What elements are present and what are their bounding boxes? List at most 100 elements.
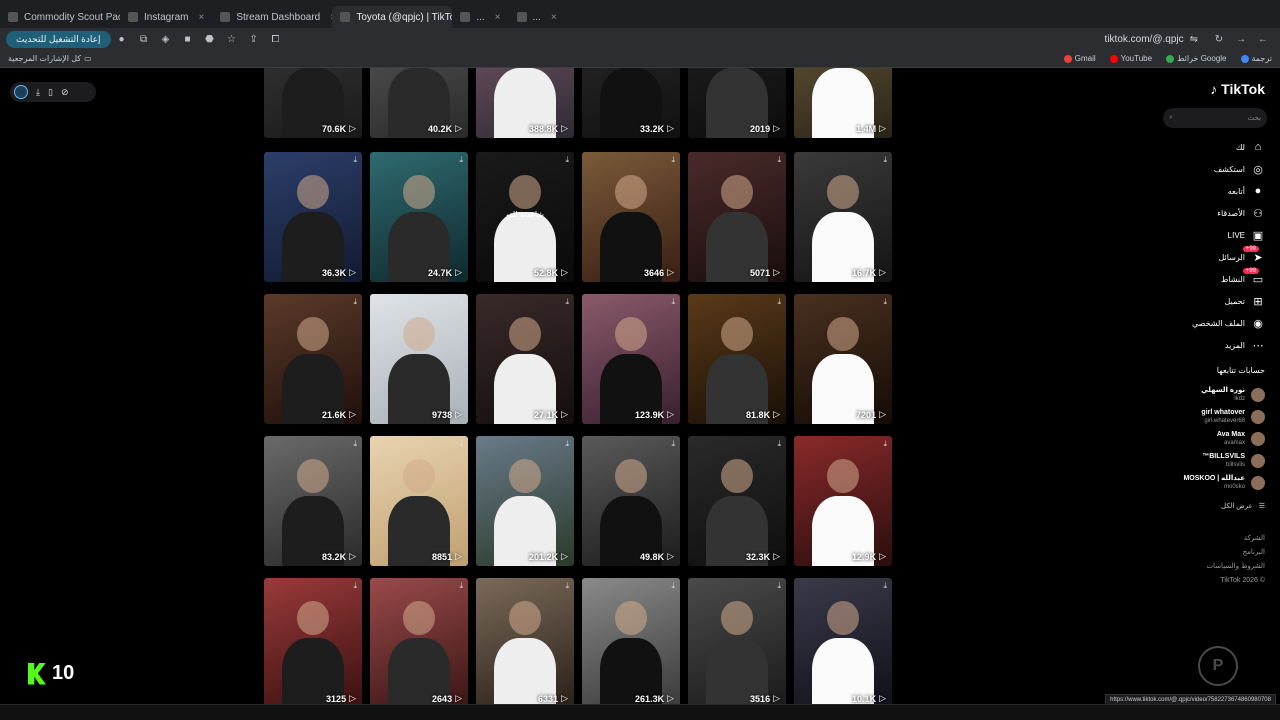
video-tile[interactable]: ⤓70.6K▷	[264, 68, 362, 138]
video-tile[interactable]: ⤓ 7201 ▷	[794, 294, 892, 424]
download-icon[interactable]: ⤓	[777, 581, 781, 591]
browser-tab[interactable]: ... ×	[509, 6, 565, 28]
all-bookmarks-button[interactable]: كل الإشارات المرجعية ▭	[8, 54, 92, 63]
following-account[interactable]: girl whatover girl.whatever68	[1155, 406, 1265, 428]
share-icon[interactable]: ⇪	[247, 32, 261, 46]
browser-tab[interactable]: ... ×	[452, 6, 508, 28]
video-tile[interactable]: ⤓ 8851 ▷	[370, 436, 468, 566]
video-tile[interactable]: ⤓ 81.8K ▷	[688, 294, 786, 424]
video-tile[interactable]: ⤓ 6331 ▷	[476, 578, 574, 704]
profile-icon[interactable]: ●	[115, 32, 129, 46]
following-account[interactable]: نوره السهلي lkdz	[1155, 384, 1265, 406]
download-icon[interactable]: ⤓	[459, 581, 463, 591]
download-icon[interactable]: ⤓	[353, 297, 357, 307]
video-tile[interactable]: ⤓ 201.2K ▷	[476, 436, 574, 566]
search-input[interactable]: ⌕ بحث	[1163, 108, 1267, 128]
phone-icon[interactable]: ▯	[48, 87, 53, 98]
forward-icon[interactable]: →	[1234, 32, 1248, 46]
nav-item[interactable]: ▭ النشاط 99+	[1155, 268, 1265, 290]
video-tile[interactable]: ⤓388.8K▷	[476, 68, 574, 138]
nav-item[interactable]: ◎ استكشف	[1155, 158, 1265, 180]
bookmark-item[interactable]: خرائط Google	[1166, 54, 1227, 63]
video-tile[interactable]: ⤓ 83.2K ▷	[264, 436, 362, 566]
extension-logo-icon[interactable]	[14, 85, 28, 99]
bookmark-item[interactable]: ترجمة	[1240, 54, 1272, 63]
nav-item[interactable]: ⚇ الأصدقاء	[1155, 202, 1265, 224]
video-tile[interactable]: ⤓ 9738 ▷	[370, 294, 468, 424]
address-bar[interactable]: tiktok.com/@.qpjc ⇋	[287, 34, 1208, 45]
video-tile[interactable]: ⤓ 3646 ▷	[582, 152, 680, 282]
following-account[interactable]: عبدالله | MOSKOO mo0sko	[1155, 472, 1265, 494]
video-tile[interactable]: ⤓1.4M▷	[794, 68, 892, 138]
footer-link[interactable]: البرنامج	[1206, 546, 1265, 560]
video-tile[interactable]: ⤓ 49.8K ▷	[582, 436, 680, 566]
download-icon[interactable]: ⤓	[883, 581, 887, 591]
footer-link[interactable]: © 2026 TikTok	[1206, 574, 1265, 588]
video-tile[interactable]: ⤓ 3125 ▷	[264, 578, 362, 704]
download-icon[interactable]: ⤓	[883, 439, 887, 449]
video-tile[interactable]: ⤓ 12.9K ▷	[794, 436, 892, 566]
video-tile[interactable]: ⤓2019▷	[688, 68, 786, 138]
adblock-icon[interactable]: ⬣	[203, 32, 217, 46]
record-icon[interactable]: ■	[181, 32, 195, 46]
nav-item[interactable]: ➤ الرسائل 99+	[1155, 246, 1265, 268]
nav-item[interactable]: ⋯ المزيد	[1155, 334, 1265, 356]
nav-item[interactable]: ▣ LIVE	[1155, 224, 1265, 246]
download-icon[interactable]: ⤓	[459, 155, 463, 165]
video-tile[interactable]: ⤓ 16.7K ▷	[794, 152, 892, 282]
browser-tab[interactable]: Stream Dashboard×	[212, 6, 332, 28]
nav-item[interactable]: ◉ الملف الشخصي	[1155, 312, 1265, 334]
shield-icon[interactable]: ◈	[159, 32, 173, 46]
close-icon[interactable]: ×	[198, 12, 204, 23]
download-icon[interactable]: ⤓	[565, 155, 569, 165]
video-tile[interactable]: ⤓ شاهدته للتو 52.8K ▷	[476, 152, 574, 282]
reload-icon[interactable]: ↻	[1212, 32, 1226, 46]
compass-icon[interactable]: ⊘	[61, 87, 69, 98]
download-icon[interactable]: ⤓	[565, 439, 569, 449]
back-icon[interactable]: ←	[1256, 32, 1270, 46]
browser-tab[interactable]: Toyota (@qpjc) | TikTok×	[332, 6, 453, 28]
download-icon[interactable]: ⤓	[671, 439, 675, 449]
nav-item[interactable]: ⊞ تحميل	[1155, 290, 1265, 312]
nav-item[interactable]: ⌂ لك	[1155, 136, 1265, 158]
tiktok-logo[interactable]: ♪ TikTok	[1210, 81, 1265, 97]
download-icon[interactable]: ⤓	[883, 297, 887, 307]
browser-tab[interactable]: Commodity Scout Pack×	[0, 6, 120, 28]
download-icon[interactable]: ⤓	[353, 581, 357, 591]
download-icon[interactable]: ⤓	[353, 439, 357, 449]
update-restart-button[interactable]: إعادة التشغيل للتحديث	[6, 30, 111, 48]
download-icon[interactable]: ⤓	[565, 581, 569, 591]
download-icon[interactable]: ⤓	[883, 155, 887, 165]
screenshot-icon[interactable]: ⧠	[269, 32, 283, 46]
download-icon[interactable]: ⤓	[36, 87, 40, 98]
video-tile[interactable]: ⤓ 5071 ▷	[688, 152, 786, 282]
video-tile[interactable]: ⤓ 261.3K ▷	[582, 578, 680, 704]
see-all-button[interactable]: ☰ عرض الكل	[1221, 502, 1265, 510]
footer-link[interactable]: الشروط والسياسات	[1206, 560, 1265, 574]
download-icon[interactable]: ⤓	[565, 297, 569, 307]
download-icon[interactable]: ⤓	[353, 155, 357, 165]
footer-link[interactable]: الشركة	[1206, 532, 1265, 546]
download-icon[interactable]: ⤓	[671, 297, 675, 307]
video-tile[interactable]: ⤓ 123.9K ▷	[582, 294, 680, 424]
video-tile[interactable]: ⤓40.2K▷	[370, 68, 468, 138]
download-icon[interactable]: ⤓	[671, 155, 675, 165]
following-account[interactable]: Ava Max avamax	[1155, 428, 1265, 450]
extensions-icon[interactable]: ⧉	[137, 32, 151, 46]
download-icon[interactable]: ⤓	[777, 297, 781, 307]
video-tile[interactable]: ⤓ 2643 ▷	[370, 578, 468, 704]
download-icon[interactable]: ⤓	[777, 155, 781, 165]
video-tile[interactable]: ⤓ 3516 ▷	[688, 578, 786, 704]
video-tile[interactable]: ⤓ 27.1K ▷	[476, 294, 574, 424]
video-tile[interactable]: ⤓ 36.3K ▷	[264, 152, 362, 282]
video-tile[interactable]: ⤓ 32.3K ▷	[688, 436, 786, 566]
site-settings-icon[interactable]: ⇋	[1190, 34, 1198, 45]
nav-item[interactable]: ● أتابعه	[1155, 180, 1265, 202]
video-tile[interactable]: ⤓33.2K▷	[582, 68, 680, 138]
bookmark-item[interactable]: Gmail	[1063, 54, 1096, 63]
video-tile[interactable]: ⤓ 10.1K ▷	[794, 578, 892, 704]
video-tile[interactable]: ⤓ 21.6K ▷	[264, 294, 362, 424]
close-icon[interactable]: ×	[495, 12, 501, 23]
download-icon[interactable]: ⤓	[777, 439, 781, 449]
close-icon[interactable]: ×	[551, 12, 557, 23]
